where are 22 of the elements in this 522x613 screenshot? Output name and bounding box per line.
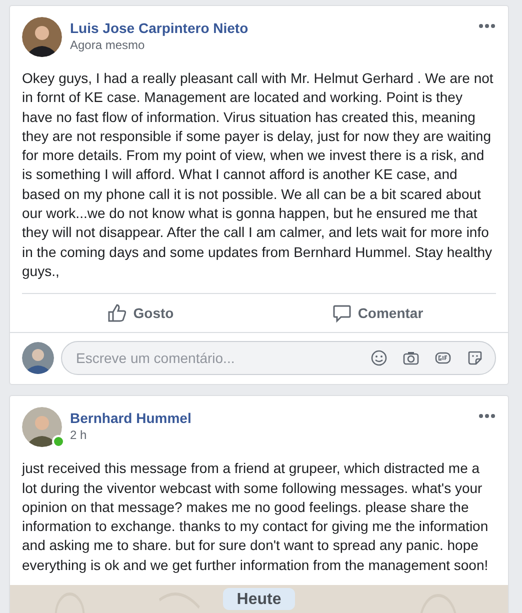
- comment-button[interactable]: Comentar: [259, 294, 496, 332]
- like-button[interactable]: Gosto: [22, 294, 259, 332]
- sticker-icon[interactable]: [467, 350, 483, 366]
- comment-field[interactable]: Escreve um comentário...: [61, 341, 496, 376]
- more-options-icon[interactable]: [478, 413, 496, 420]
- author-name[interactable]: Bernhard Hummel: [70, 409, 478, 428]
- gif-icon[interactable]: [435, 350, 451, 366]
- avatar[interactable]: [22, 407, 62, 448]
- thumbs-up-icon: [107, 303, 128, 324]
- more-options-icon[interactable]: [478, 23, 496, 29]
- post-text: Okey guys, I had a really pleasant call with Mr. Helmut Gerhard . We are not in fornt of KE case. Management are located and working. Point is they have no fast flow of information. Virus situation has created this, meaning they are not responsible if some payer is delay, just for now they are waiting for more details. From my point of view, when we invest there is a risk, and is something I will afford. What I cannot afford is another KE case, and based on my phone call it is not possible. We all can be a bit scared about our work...we do not know what is gonna happen, but he ensured me that they will not disappear. After the call I am calmer, and lets wait for more info in the coming days and some updates from Bernhard Hummel. Stay healthy guys.,: [21, 69, 494, 281]
- post-text: just received this message from a friend at grupeer, which distracted me a lot during the viventor webcast with some following messages. what's your opinion on that message? makes me no good feelings. please share the information to exchange. thanks to my contact for giving me the information and asking me to share. but for sure don't want to spread any panic. hope everything is ok and we get further information from the management soon!: [20, 459, 490, 575]
- speech-bubble-icon: [332, 303, 352, 324]
- avatar[interactable]: [22, 17, 62, 57]
- avatar: [22, 342, 54, 374]
- author-name[interactable]: Luis Jose Carpintero Nieto: [70, 19, 478, 37]
- post-time[interactable]: Agora mesmo: [70, 37, 478, 54]
- emoji-icon[interactable]: [371, 350, 387, 366]
- date-badge: Heute: [222, 588, 296, 610]
- comment-input[interactable]: Escreve um comentário...: [74, 349, 355, 368]
- post-time[interactable]: 2 h: [70, 427, 478, 444]
- camera-icon[interactable]: [403, 350, 419, 366]
